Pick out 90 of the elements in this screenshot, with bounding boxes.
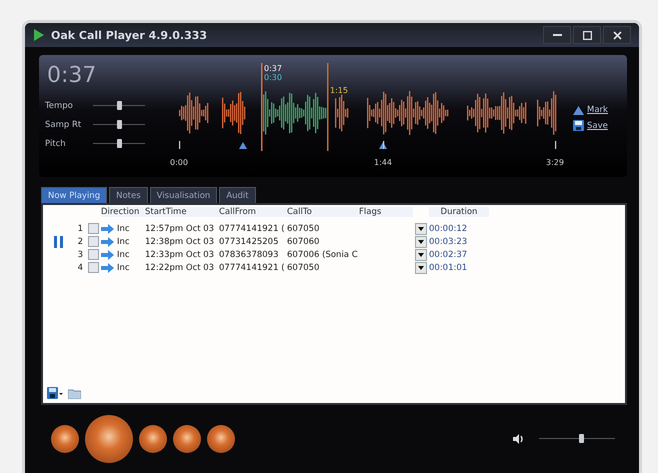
table-cell-text: 07774141921 ( [219,224,286,234]
round-button[interactable] [207,425,235,453]
slider-label: Pitch [45,138,67,148]
table-cell-text: 607050 [287,262,320,272]
row-number: 3 [76,250,84,260]
play-button[interactable] [85,415,133,463]
minimize-icon [552,34,562,36]
row-number: 2 [76,236,84,246]
column-header[interactable]: Direction [101,207,145,217]
playhead-time: 0:37 [264,64,282,73]
playhead-subtime: 0:30 [264,73,282,82]
mark-triangle-icon[interactable] [239,142,247,149]
checkbox[interactable] [88,236,98,247]
save-dropdown-button[interactable] [47,387,64,399]
slider-label: Tempo [45,100,74,110]
tab[interactable]: Audit [219,187,256,203]
caret-icon [418,240,424,244]
table-cell-text: 00:03:23 [429,236,468,246]
row-number: 1 [76,224,84,234]
folder-button[interactable] [68,387,81,399]
table-cell-text: 07731425205 [219,236,280,246]
right-arrow-icon [101,262,114,272]
play-icon [33,28,45,42]
table-cell: Inc [117,224,130,234]
column-header[interactable]: StartTime [145,207,219,217]
slider-thumb[interactable] [117,120,122,128]
triangle-icon [573,106,584,114]
slider-label: Samp Rt [45,120,82,130]
round-button[interactable] [173,425,201,453]
round-button[interactable] [139,425,167,453]
table-cell-text: 12:33pm Oct 03 [145,250,216,260]
maximize-button[interactable] [573,26,601,44]
dropdown-button[interactable] [415,222,427,234]
right-arrow-icon [101,236,114,246]
table-cell-text: 07774141921 ( [219,262,286,272]
axis-label: 3:29 [546,158,564,167]
caret-icon [418,226,424,230]
table-cell-text: 12:22pm Oct 03 [145,262,216,272]
axis-label: 0:00 [170,158,188,167]
tab[interactable]: Visualisation [150,187,218,203]
tick-mark [383,141,384,149]
table-cell: 607006 (Sonia C [287,250,359,260]
table-cell-text: 607060 [287,236,320,246]
column-header[interactable]: Flags [359,207,413,217]
maximize-icon [582,30,592,40]
close-icon [612,30,622,40]
close-button[interactable] [603,26,631,44]
slider-thumb[interactable] [117,100,122,110]
table-cell: Inc [117,236,130,246]
table-cell-text: 00:01:01 [429,262,468,272]
right-arrow-icon [101,250,114,260]
minimize-button[interactable] [543,26,571,44]
tick-mark [179,141,180,149]
tab[interactable]: Notes [109,187,148,203]
column-header[interactable]: CallTo [287,207,359,217]
dropdown-button[interactable] [415,262,427,274]
row-number: 4 [76,262,84,272]
tick-mark [555,141,556,149]
table-cell-text: 00:00:12 [429,224,468,234]
caret-icon [418,266,424,270]
volume-thumb[interactable] [578,434,584,443]
caret-icon [418,252,424,256]
table-cell: Inc [117,262,130,272]
table-cell-text: 12:38pm Oct 03 [145,236,216,246]
save-link[interactable]: Save [587,120,608,130]
window-title: Oak Call Player 4.9.0.333 [51,28,208,42]
table-cell: Inc [117,250,130,260]
speaker-icon [513,434,525,444]
column-header[interactable]: Duration [429,207,489,217]
folder-icon [68,388,81,398]
slider-thumb[interactable] [117,138,122,148]
time-display: 0:37 [46,62,98,90]
table-cell-text: 607050 [287,224,320,234]
checkbox[interactable] [88,262,98,273]
marker-time: 1:15 [330,86,348,95]
pause-icon[interactable] [54,236,62,248]
right-arrow-icon [101,224,114,234]
axis-label: 1:44 [374,158,392,167]
mark-link[interactable]: Mark [587,105,608,115]
table-cell-text: 00:02:37 [429,250,468,260]
table-cell-text: 07836378093 [219,250,280,260]
dropdown-button[interactable] [415,236,427,248]
checkbox[interactable] [88,223,98,234]
tab[interactable]: Now Playing [41,187,108,203]
checkbox[interactable] [88,249,98,260]
round-button[interactable] [51,425,79,453]
floppy-disk-icon [47,387,64,399]
dropdown-button[interactable] [415,248,427,260]
table-cell-text: 12:57pm Oct 03 [145,224,216,234]
column-header[interactable]: CallFrom [219,207,287,217]
